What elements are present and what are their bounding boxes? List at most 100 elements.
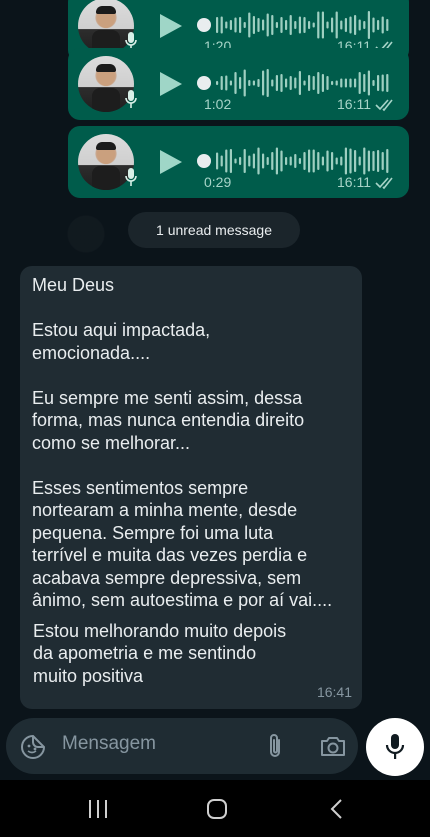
double-check-icon: [375, 99, 393, 112]
waveform-bar: [271, 152, 274, 170]
back-icon[interactable]: [322, 797, 352, 821]
waveform-bar: [280, 150, 283, 172]
waveform-bar: [326, 150, 329, 172]
waveform-bar: [386, 19, 389, 31]
incoming-message-bubble[interactable]: Meu Deus Estou aqui impactada, emocionad…: [20, 266, 362, 709]
waveform-bar: [344, 18, 347, 32]
waveform-bar: [225, 149, 228, 173]
waveform-bar: [326, 21, 329, 29]
microphone-icon: [125, 168, 137, 186]
message-line: muito positiva: [33, 665, 144, 686]
waveform-bar: [298, 16, 301, 34]
waveform-bar: [216, 17, 219, 33]
waveform-bar: [234, 72, 237, 94]
waveform-bar: [312, 22, 315, 28]
sticker-emoji-icon[interactable]: [20, 734, 46, 760]
progress-thumb[interactable]: [197, 154, 211, 168]
home-icon[interactable]: [202, 797, 232, 821]
waveform-bar: [239, 157, 242, 165]
waveform-bar: [280, 74, 283, 92]
camera-icon[interactable]: [319, 733, 347, 759]
waveform-bar: [266, 13, 269, 37]
message-composer[interactable]: Mensagem: [6, 718, 358, 774]
waveform-bar: [285, 78, 288, 88]
waveform-bar: [289, 156, 292, 166]
waveform-bar: [303, 80, 306, 86]
waveform-bar: [386, 74, 389, 92]
waveform-bar: [386, 149, 389, 173]
waveform-bar: [335, 80, 338, 86]
waveform-bar: [266, 157, 269, 165]
waveform-bar: [229, 80, 232, 86]
voice-message[interactable]: 0:29 16:11: [68, 126, 409, 198]
recent-apps-icon[interactable]: [83, 797, 113, 821]
waveform-bar: [335, 11, 338, 39]
waveform[interactable]: [196, 8, 396, 42]
double-check-icon: [375, 177, 393, 190]
message-line: da apometria e me sentindo: [33, 643, 257, 663]
microphone-icon: [125, 90, 137, 108]
record-voice-button[interactable]: [366, 718, 424, 776]
message-input[interactable]: Mensagem: [62, 733, 156, 755]
message-line: Eu sempre me senti assim, dessa: [32, 387, 303, 408]
message-time: 16:41: [316, 683, 352, 700]
system-navigation-bar: [0, 780, 430, 837]
waveform-bar: [377, 20, 380, 30]
waveform-bar: [294, 154, 297, 168]
message-line: Estou melhorando muito depois: [33, 620, 287, 641]
waveform-bar: [252, 80, 255, 86]
waveform-bar: [275, 147, 278, 175]
waveform-bar: [317, 152, 320, 170]
waveform[interactable]: [196, 66, 396, 100]
waveform-bar: [229, 20, 232, 30]
waveform-bar: [331, 152, 334, 170]
waveform-bar: [252, 16, 255, 34]
waveform-bar: [248, 12, 251, 38]
play-icon[interactable]: [160, 150, 182, 174]
waveform-bar: [248, 80, 251, 86]
message-time: 16:11: [337, 96, 371, 112]
waveform-bar: [363, 74, 366, 92]
waveform-bar: [321, 11, 324, 39]
paperclip-icon[interactable]: [263, 732, 287, 760]
waveform-bar: [331, 17, 334, 33]
waveform-bar: [275, 75, 278, 91]
waveform-bar: [271, 15, 274, 35]
waveform-bar: [225, 75, 228, 91]
waveform-bar: [220, 76, 223, 90]
waveform-bar: [308, 21, 311, 29]
waveform-bar: [372, 151, 375, 171]
waveform-bar: [220, 16, 223, 34]
waveform-bar: [289, 76, 292, 90]
progress-thumb[interactable]: [197, 76, 211, 90]
waveform-bar: [331, 81, 334, 85]
waveform-bar: [358, 72, 361, 94]
waveform-bar: [381, 152, 384, 170]
waveform-bar: [243, 149, 246, 173]
play-icon[interactable]: [160, 14, 182, 38]
waveform-bar: [377, 150, 380, 172]
play-icon[interactable]: [160, 72, 182, 96]
waveform-bar: [308, 75, 311, 91]
progress-thumb[interactable]: [197, 18, 211, 32]
waveform-bar: [298, 71, 301, 95]
message-line: ânimo, sem autoestima e por aí vai....: [32, 590, 333, 610]
waveform-bar: [312, 149, 315, 173]
waveform-bar: [257, 18, 260, 32]
microphone-icon: [385, 734, 405, 759]
waveform-bar: [243, 22, 246, 28]
message-last-paragraph: Estou melhorando muito depois da apometr…: [32, 620, 350, 688]
waveform-bar: [280, 17, 283, 33]
waveform[interactable]: [196, 144, 396, 178]
message-line: Esses sentimentos sempre: [32, 477, 249, 498]
waveform-bar: [363, 21, 366, 29]
waveform-bar: [239, 17, 242, 33]
waveform-bar: [340, 156, 343, 166]
message-line: terrível e muita das vezes perdia e: [32, 545, 308, 565]
waveform-bar: [257, 147, 260, 175]
waveform-bar: [294, 77, 297, 89]
voice-message[interactable]: 1:02 16:11: [68, 48, 409, 120]
waveform-bar: [220, 155, 223, 167]
waveform-bar: [340, 20, 343, 30]
waveform-bar: [262, 70, 265, 96]
